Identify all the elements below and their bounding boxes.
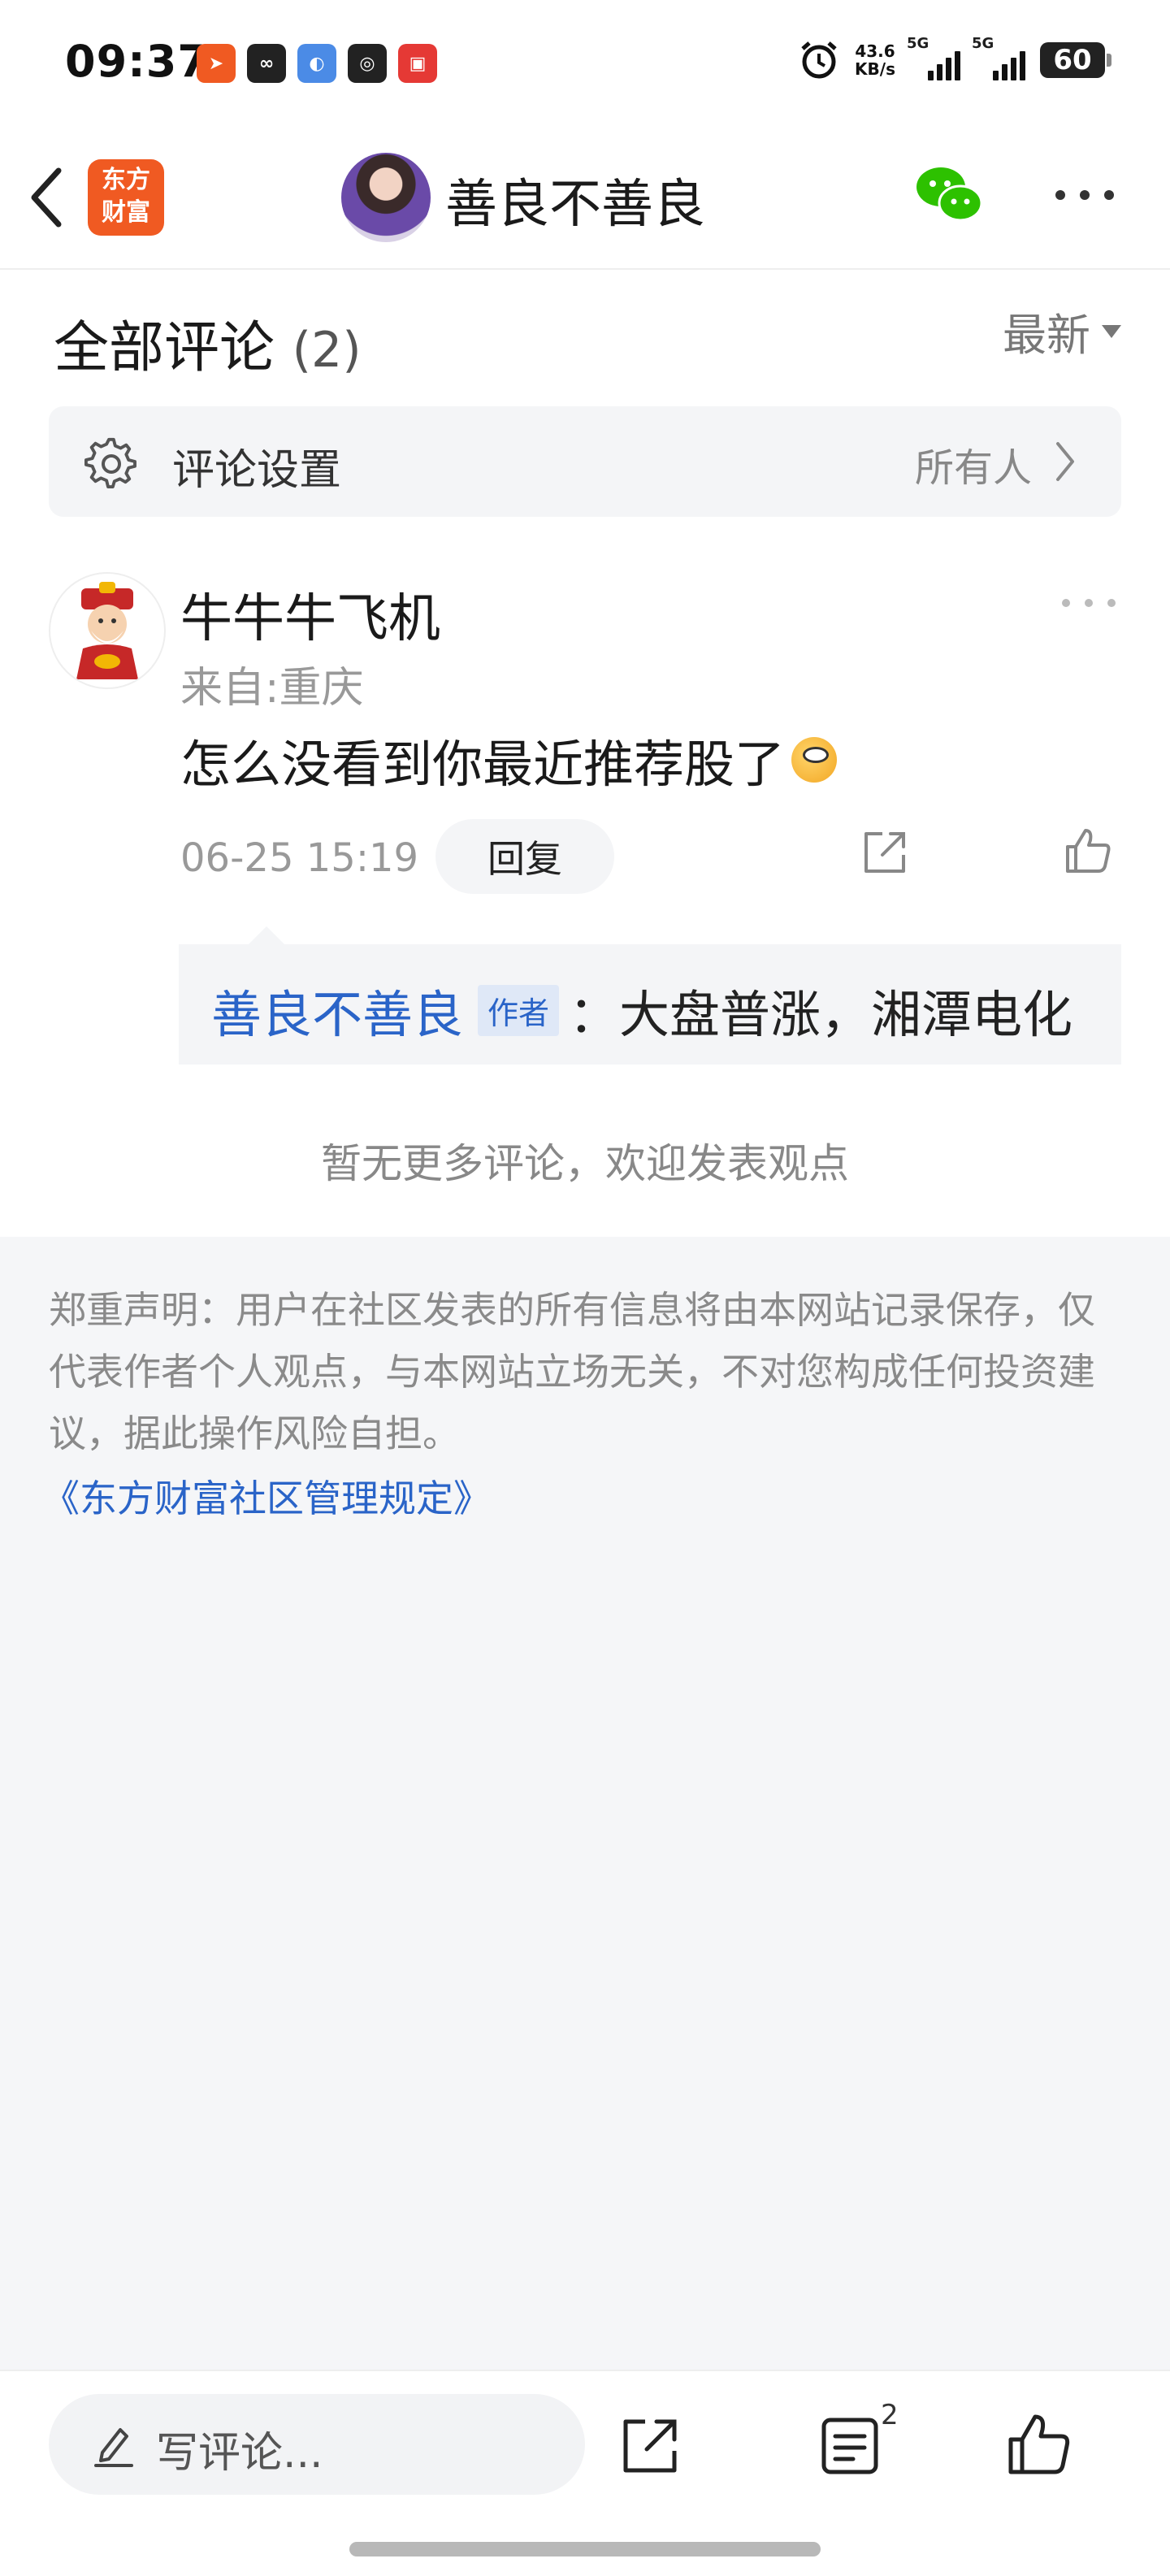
alarm-icon [801,41,837,79]
home-indicator[interactable] [349,2542,821,2556]
commenter-name[interactable]: 牛牛牛飞机 [180,577,440,652]
bottom-action-bar: 写评论... 2 [0,2370,1170,2576]
dizzy-face-emoji-icon [791,737,838,783]
comment-timestamp: 06-25 15:19 [180,835,419,881]
settings-value: 所有人 [914,445,1032,491]
gear-icon [84,437,136,488]
disclaimer-text: 郑重声明：用户在社区发表的所有信息将由本网站记录保存，仅代表作者个人观点，与本网… [49,1288,1095,1455]
community-rules-link[interactable]: 《东方财富社区管理规定》 [42,1469,491,1523]
app-icon-2: ∞ [247,44,286,83]
thumbs-up-icon[interactable] [1004,2410,1074,2480]
share-icon[interactable] [616,2412,684,2480]
reply-author[interactable]: 善良不善良 [211,974,463,1047]
status-app-icons: ➤ ∞ ◐ ◎ ▣ [197,44,437,83]
reply-text: ：大盘普涨，湘潭电化 [569,985,1073,1044]
comment-more-icon[interactable] [1056,593,1121,613]
app-icon-4: ◎ [348,44,387,83]
wechat-share-icon[interactable] [913,163,986,228]
pen-icon [94,2428,133,2467]
comment-placeholder: 写评论... [156,2429,323,2478]
header-bar: 东方 财富 善良不善良 [0,130,1170,270]
write-comment-input[interactable]: 写评论... [49,2394,585,2495]
comment-list-icon[interactable] [816,2412,884,2480]
signal-icon: 5G [907,35,960,80]
commenter-avatar[interactable] [49,572,166,689]
reply-button[interactable]: 回复 [436,819,614,894]
comments-heading: 全部评论 (2) [54,316,362,380]
comments-count: (2) [292,322,362,379]
signal-icon-2: 5G [972,35,1025,80]
page-title[interactable]: 善良不善良 [445,163,705,237]
author-badge: 作者 [478,984,560,1036]
status-time: 09:37 [65,36,209,87]
app-icon-3: ◐ [297,44,336,83]
reply-preview[interactable]: 善良不善良 作者 ：大盘普涨，湘潭电化 [179,926,1121,1065]
comment-count-badge: 2 [881,2399,899,2431]
app-icon-1: ➤ [197,44,236,83]
no-more-comments-text: 暂无更多评论，欢迎发表观点 [321,1140,849,1187]
net-speed: 43.6 KB/s [855,41,895,79]
app-icon-5: ▣ [398,44,437,83]
comment-settings-row[interactable]: 评论设置 所有人 [49,406,1121,517]
chevron-right-icon [1056,442,1074,481]
comment-text: 怎么没看到你最近推荐股了 [180,723,838,796]
status-indicators: 43.6 KB/s 5G 5G 60 [798,35,1112,81]
app-logo[interactable]: 东方 财富 [88,159,164,236]
thumbs-up-icon[interactable] [1061,824,1115,878]
fortune-god-avatar-icon [76,582,138,679]
more-options-icon[interactable] [1048,179,1121,211]
back-arrow-icon[interactable] [23,161,72,234]
caret-down-icon [1102,324,1121,338]
comments-panel: 全部评论 (2) 最新 评论设置 所有人 牛牛牛飞机 来自:重庆 怎么没看到你最… [0,270,1170,1237]
status-bar: 09:37 ➤ ∞ ◐ ◎ ▣ 43.6 KB/s 5G 5G 60 [0,0,1170,130]
sort-dropdown[interactable]: 最新 [1003,299,1121,363]
settings-label: 评论设置 [172,446,342,495]
author-avatar[interactable] [341,153,431,242]
commenter-location: 来自:重庆 [180,664,364,713]
battery-icon: 60 [1040,42,1112,78]
share-icon[interactable] [858,826,912,879]
